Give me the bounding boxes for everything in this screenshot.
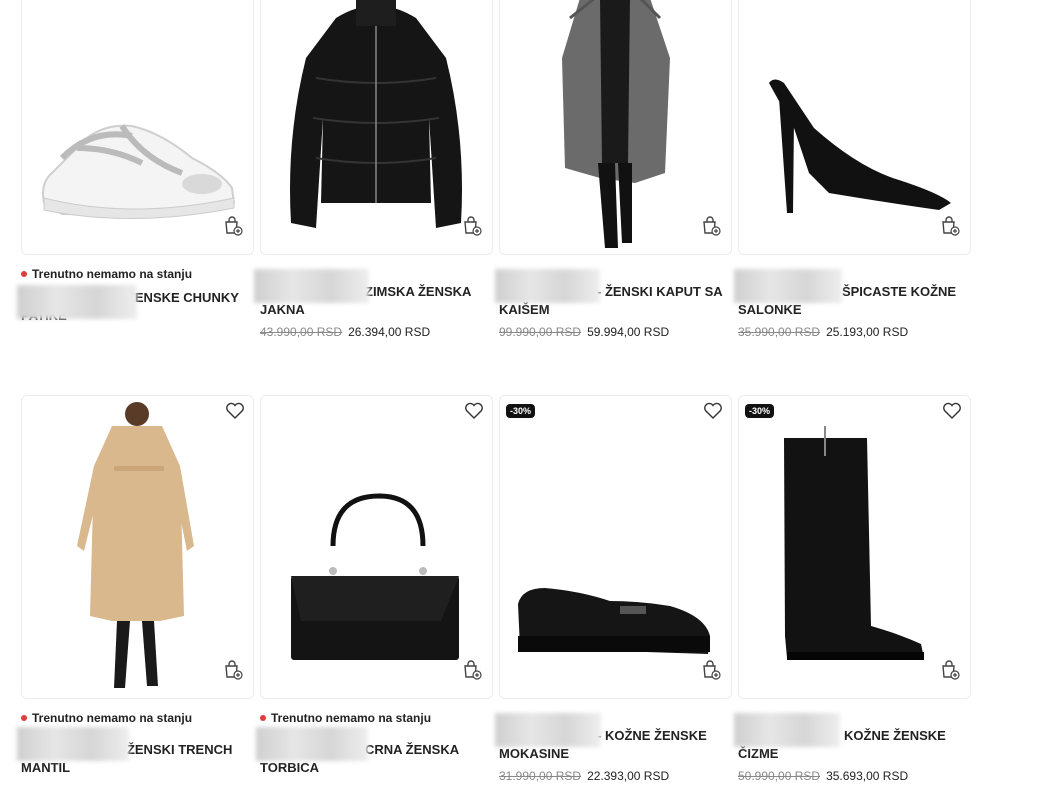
- product-name[interactable]: - ŽENSKI TRENCH MANTIL: [17, 727, 252, 777]
- product-image[interactable]: -30%: [499, 395, 732, 699]
- product-name[interactable]: ZIMSKA ŽENSKA JAKNA: [254, 269, 491, 319]
- out-of-stock-dot: [21, 715, 27, 721]
- add-to-cart-icon[interactable]: [940, 216, 960, 236]
- product-image[interactable]: [21, 0, 254, 255]
- heart-icon[interactable]: [464, 402, 484, 420]
- blurred-brand: [734, 713, 840, 747]
- out-of-stock-dot: [21, 271, 27, 277]
- heart-icon[interactable]: [942, 402, 962, 420]
- product-image[interactable]: [21, 395, 254, 699]
- product-card[interactable]: -30% KOŽNE ŽENSKE ČIZME 50.990,00 RSD 35.…: [734, 395, 971, 783]
- heart-icon[interactable]: [703, 402, 723, 420]
- product-card[interactable]: - ŠPICASTE KOŽNE SALONKE 35.990,00 RSD 25…: [734, 0, 971, 339]
- product-price: 50.990,00 RSD 35.693,00 RSD: [738, 769, 909, 783]
- product-name[interactable]: KOŽNE ŽENSKE ČIZME: [734, 713, 969, 763]
- boot-image: [784, 426, 924, 660]
- blurred-brand: [495, 713, 601, 747]
- product-price: 99.990,00 RSD 59.994,00 RSD: [499, 325, 670, 339]
- out-of-stock-dot: [260, 715, 266, 721]
- product-price: 43.990,00 RSD 26.394,00 RSD: [260, 325, 431, 339]
- product-card[interactable]: Trenutno nemamo na stanju - ŽENSKE CHUNK…: [17, 0, 254, 325]
- blurred-brand: [17, 727, 129, 761]
- jacket-image: [290, 0, 462, 228]
- blurred-brand: [254, 269, 369, 303]
- loafer-image: [518, 588, 710, 654]
- add-to-cart-icon[interactable]: [223, 660, 243, 680]
- product-name[interactable]: - ŠPICASTE KOŽNE SALONKE: [734, 269, 969, 319]
- product-image[interactable]: [260, 0, 493, 255]
- product-card[interactable]: -30% - KOŽNE ŽENSKE MOKASINE 31.990,00 R…: [495, 395, 732, 783]
- add-to-cart-icon[interactable]: [701, 660, 721, 680]
- discount-badge: -30%: [745, 404, 775, 418]
- product-name[interactable]: CRNA ŽENSKA TORBICA: [256, 727, 491, 777]
- product-card[interactable]: Trenutno nemamo na stanju CRNA ŽENSKA TO…: [256, 395, 493, 777]
- product-image[interactable]: -30%: [738, 395, 971, 699]
- add-to-cart-icon[interactable]: [462, 216, 482, 236]
- product-image[interactable]: [738, 0, 971, 255]
- product-name[interactable]: - ŽENSKI KAPUT SA KAIŠEM: [495, 269, 730, 319]
- pump-heel-image: [769, 79, 951, 213]
- coat-image: [562, 0, 670, 248]
- product-card[interactable]: Trenutno nemamo na stanju - ŽENSKI TRENC…: [17, 395, 254, 777]
- stock-status: Trenutno nemamo na stanju: [21, 267, 252, 281]
- stock-status: Trenutno nemamo na stanju: [260, 711, 491, 725]
- product-image[interactable]: [499, 0, 732, 255]
- discount-badge: -30%: [506, 404, 536, 418]
- sneaker-image: [42, 124, 236, 219]
- product-card[interactable]: - ŽENSKI KAPUT SA KAIŠEM 99.990,00 RSD 59…: [495, 0, 732, 339]
- blurred-brand: [17, 285, 137, 319]
- trench-coat-image: [77, 402, 194, 688]
- product-name[interactable]: - ŽENSKE CHUNKY PATIKE: [17, 285, 252, 325]
- product-card[interactable]: ZIMSKA ŽENSKA JAKNA 43.990,00 RSD 26.394,…: [254, 0, 493, 339]
- blurred-brand: [256, 727, 368, 761]
- blurred-brand: [495, 269, 600, 303]
- add-to-cart-icon[interactable]: [223, 216, 243, 236]
- product-name[interactable]: - KOŽNE ŽENSKE MOKASINE: [495, 713, 730, 763]
- stock-status: Trenutno nemamo na stanju: [21, 711, 252, 725]
- product-image[interactable]: [260, 395, 493, 699]
- heart-icon[interactable]: [225, 402, 245, 420]
- add-to-cart-icon[interactable]: [462, 660, 482, 680]
- handbag-image: [291, 493, 459, 660]
- blurred-brand: [734, 269, 842, 303]
- product-price: 35.990,00 RSD 25.193,00 RSD: [738, 325, 909, 339]
- product-price: 31.990,00 RSD 22.393,00 RSD: [499, 769, 670, 783]
- add-to-cart-icon[interactable]: [701, 216, 721, 236]
- add-to-cart-icon[interactable]: [940, 660, 960, 680]
